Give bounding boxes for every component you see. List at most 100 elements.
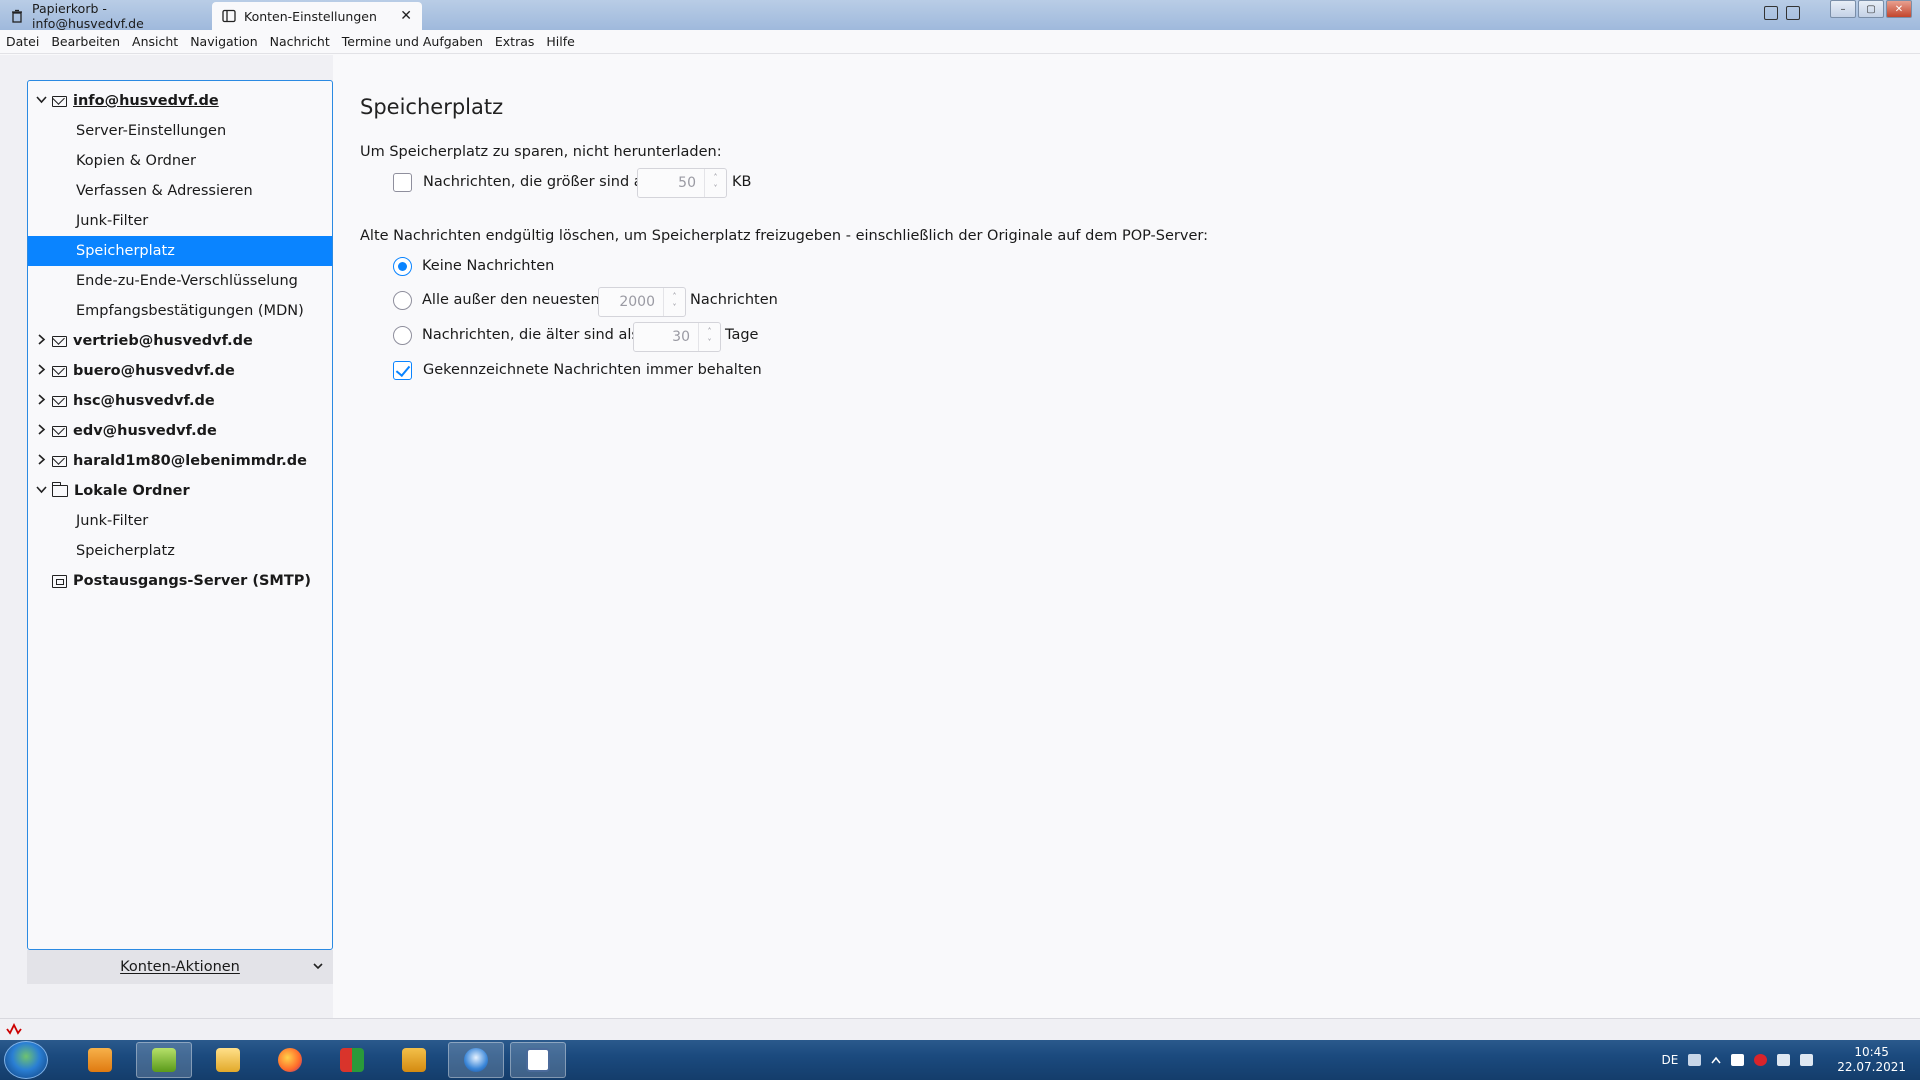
account-tree[interactable]: info@husvedvf.de Server-Einstellungen Ko… [27, 80, 333, 950]
tree-item-label: Verfassen & Adressieren [76, 183, 253, 199]
volume-icon[interactable] [1800, 1054, 1814, 1066]
chevron-right-icon[interactable] [34, 334, 48, 348]
account-info[interactable]: info@husvedvf.de [28, 86, 332, 116]
days-stepper[interactable]: 30 ˄ ˅ [633, 322, 721, 352]
taskbar-tasks[interactable] [386, 1042, 442, 1078]
stepper-value: 30 [672, 329, 690, 345]
close-window-button[interactable]: ✕ [1886, 0, 1912, 18]
tree-item-local-junk[interactable]: Junk-Filter [28, 506, 332, 536]
menu-nachricht[interactable]: Nachricht [270, 34, 330, 49]
chevron-right-icon[interactable] [34, 424, 48, 438]
tree-item-kopien-ordner[interactable]: Kopien & Ordner [28, 146, 332, 176]
chevron-down-icon[interactable]: ˅ [708, 337, 712, 348]
chevron-right-icon[interactable] [34, 364, 48, 378]
chevron-down-icon[interactable] [34, 94, 48, 108]
tab-konten-einstellungen[interactable]: Konten-Einstellungen ✕ [212, 2, 422, 30]
taskbar-calendar[interactable] [510, 1042, 566, 1078]
chevron-right-icon[interactable] [34, 454, 48, 468]
page-title: Speicherplatz [360, 95, 504, 119]
taskbar-office[interactable] [324, 1042, 380, 1078]
clock-time: 10:45 [1854, 1045, 1889, 1059]
taskbar-thunderbird[interactable] [448, 1042, 504, 1078]
tree-item-junk-filter[interactable]: Junk-Filter [28, 206, 332, 236]
stepper-value: 2000 [619, 294, 655, 310]
size-limit-checkbox[interactable] [393, 173, 412, 192]
antivirus-icon[interactable] [1754, 1054, 1768, 1066]
tree-item-local-speicherplatz[interactable]: Speicherplatz [28, 536, 332, 566]
calendar-icon[interactable] [1764, 6, 1778, 20]
tree-item-label: Server-Einstellungen [76, 123, 227, 139]
chevron-right-icon[interactable] [34, 394, 48, 408]
taskbar-app-green[interactable] [136, 1042, 192, 1078]
keyboard-icon[interactable] [1688, 1054, 1702, 1066]
clock-date: 22.07.2021 [1837, 1060, 1906, 1074]
tray-expand-icon[interactable] [1711, 1053, 1721, 1067]
taskbar-media-player[interactable] [72, 1042, 128, 1078]
chevron-down-icon[interactable] [34, 484, 48, 498]
tree-item-e2e[interactable]: Ende-zu-Ende-Verschlüsselung [28, 266, 332, 296]
maximize-button[interactable]: ▢ [1858, 0, 1884, 18]
account-buero[interactable]: buero@husvedvf.de [28, 356, 332, 386]
menu-hilfe[interactable]: Hilfe [546, 34, 574, 49]
checkmark-icon [402, 1048, 426, 1072]
radio-alle-ausser[interactable] [393, 291, 412, 310]
stepper-arrows[interactable]: ˄ ˅ [704, 169, 726, 197]
network-icon[interactable] [1777, 1054, 1791, 1066]
close-icon[interactable]: ✕ [400, 8, 412, 24]
tree-item-verfassen[interactable]: Verfassen & Adressieren [28, 176, 332, 206]
windows-taskbar: DE 10:45 22.07.2021 [0, 1040, 1920, 1080]
clock[interactable]: 10:45 22.07.2021 [1837, 1045, 1906, 1075]
konten-aktionen-button[interactable]: Konten-Aktionen [27, 950, 333, 984]
account-lokale-ordner[interactable]: Lokale Ordner [28, 476, 332, 506]
stepper-arrows[interactable]: ˄ ˅ [698, 323, 720, 351]
menu-termine[interactable]: Termine und Aufgaben [342, 34, 483, 49]
tree-item-speicherplatz[interactable]: Speicherplatz [28, 236, 332, 266]
chevron-up-icon[interactable]: ˄ [673, 291, 677, 302]
konten-aktionen-label: Konten-Aktionen [120, 959, 240, 975]
tree-item-label: Junk-Filter [76, 513, 149, 529]
stepper-value: 50 [678, 175, 696, 191]
menu-datei[interactable]: Datei [6, 34, 39, 49]
taskbar-firefox[interactable] [262, 1042, 318, 1078]
thunderbird-icon [464, 1048, 488, 1072]
account-label: Lokale Ordner [74, 483, 190, 499]
taskbar-explorer[interactable] [200, 1042, 256, 1078]
tab-papierkorb[interactable]: Papierkorb - info@husvedvf.de [0, 1, 210, 31]
tree-item-label: Empfangsbestätigungen (MDN) [76, 303, 304, 319]
stepper-arrows[interactable]: ˄ ˅ [663, 288, 685, 316]
account-hsc[interactable]: hsc@husvedvf.de [28, 386, 332, 416]
menu-navigation[interactable]: Navigation [190, 34, 257, 49]
language-indicator[interactable]: DE [1661, 1053, 1678, 1067]
flag-icon[interactable] [1731, 1054, 1745, 1066]
chevron-up-icon[interactable]: ˄ [714, 172, 718, 183]
account-smtp[interactable]: Postausgangs-Server (SMTP) [28, 566, 332, 596]
tree-item-mdn[interactable]: Empfangsbestätigungen (MDN) [28, 296, 332, 326]
download-section-label: Um Speicherplatz zu sparen, nicht herunt… [360, 144, 722, 160]
account-label: vertrieb@husvedvf.de [73, 333, 253, 349]
radio-aelter-als[interactable] [393, 326, 412, 345]
minimize-button[interactable]: – [1830, 0, 1856, 18]
menu-bearbeiten[interactable]: Bearbeiten [51, 34, 120, 49]
tasks-icon[interactable] [1786, 6, 1800, 20]
menu-ansicht[interactable]: Ansicht [132, 34, 178, 49]
calendar-icon [526, 1048, 550, 1072]
chevron-down-icon[interactable]: ˅ [714, 183, 718, 194]
menu-extras[interactable]: Extras [495, 34, 535, 49]
account-edv[interactable]: edv@husvedvf.de [28, 416, 332, 446]
size-limit-stepper[interactable]: 50 ˄ ˅ [637, 168, 727, 198]
offline-status-icon[interactable] [6, 1022, 22, 1035]
radio-aelter-label: Nachrichten, die älter sind als [422, 327, 639, 343]
keep-flagged-checkbox[interactable] [393, 361, 412, 380]
start-button[interactable] [4, 1041, 48, 1079]
account-vertrieb[interactable]: vertrieb@husvedvf.de [28, 326, 332, 356]
chevron-down-icon [313, 960, 323, 974]
tree-item-server-einstellungen[interactable]: Server-Einstellungen [28, 116, 332, 146]
keep-count-stepper[interactable]: 2000 ˄ ˅ [598, 287, 686, 317]
size-limit-unit: KB [732, 174, 752, 190]
envelope-icon [52, 425, 67, 437]
settings-tab-icon [222, 9, 236, 23]
radio-keine-nachrichten[interactable] [393, 257, 412, 276]
chevron-down-icon[interactable]: ˅ [673, 302, 677, 313]
chevron-up-icon[interactable]: ˄ [708, 326, 712, 337]
account-harald[interactable]: harald1m80@lebenimmdr.de [28, 446, 332, 476]
